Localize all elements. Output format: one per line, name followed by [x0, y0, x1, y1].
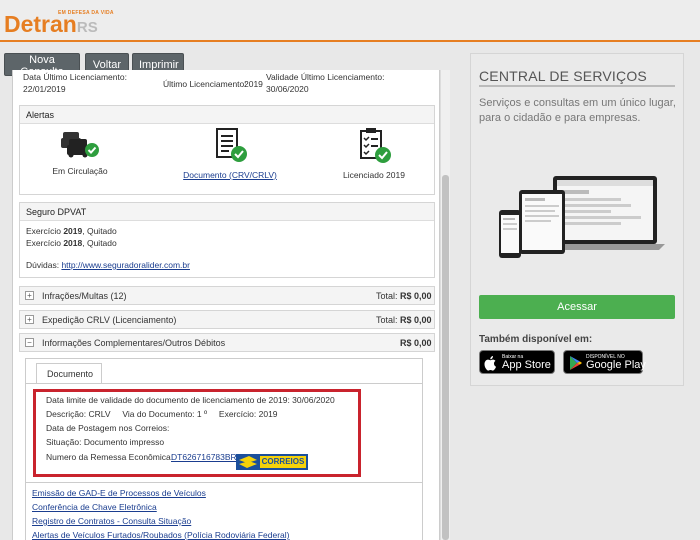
sidebar-divider: [479, 85, 675, 87]
licensing-summary: Data Último Licenciamento: 22/01/2019 Úl…: [13, 70, 439, 100]
expand-icon[interactable]: +: [25, 291, 34, 300]
licensing-validity-label: Validade Último Licenciamento:: [266, 72, 385, 82]
access-button[interactable]: Acessar: [479, 295, 675, 319]
crlv-row[interactable]: + Expedição CRLV (Licenciamento) Total: …: [19, 310, 435, 329]
seguradora-lider-link[interactable]: http://www.seguradoralider.com.br: [61, 260, 190, 270]
other-debts-row[interactable]: − Informações Complementares/Outros Débi…: [19, 333, 435, 352]
last-licensing-date: 22/01/2019: [23, 84, 66, 94]
alert-licensed-label: Licenciado 2019: [343, 170, 405, 180]
vehicle-details-panel: Data Último Licenciamento: 22/01/2019 Úl…: [12, 70, 440, 540]
tab-divider: [26, 383, 422, 384]
document-panel: Documento Data limite de validade do doc…: [25, 358, 423, 484]
services-sidebar: CENTRAL DE SERVIÇOS Serviços e consultas…: [470, 53, 684, 386]
alert-in-circulation: Em Circulação: [20, 128, 140, 176]
correios-logo: CORREIOS: [236, 454, 308, 470]
site-header: EM DEFESA DA VIDA DetranRS: [0, 0, 700, 42]
fines-label: Infrações/Multas (12): [42, 291, 127, 301]
devices-illustration: [499, 176, 665, 258]
fines-total-label: Total:: [376, 291, 398, 301]
collapse-icon[interactable]: −: [25, 338, 34, 347]
service-links: Emissão de GAD-E de Processos de Veículo…: [25, 482, 423, 540]
fines-total-value: R$ 0,00: [400, 291, 432, 301]
crlv-total-label: Total:: [376, 315, 398, 325]
scroll-thumb[interactable]: [442, 175, 449, 540]
last-licensing-year: 2019: [244, 79, 263, 89]
other-debts-label: Informações Complementares/Outros Débito…: [42, 338, 226, 348]
expand-icon[interactable]: +: [25, 315, 34, 324]
app-store-button[interactable]: Baixar na App Store: [479, 350, 555, 374]
link-electronic-key[interactable]: Conferência de Chave Eletrônica: [32, 503, 422, 512]
link-contracts-registry[interactable]: Registro de Contratos - Consulta Situaçã…: [32, 517, 422, 526]
available-on-label: Também disponível em:: [479, 334, 593, 345]
other-debts-value: R$ 0,00: [400, 338, 432, 348]
last-licensing-year-label: Último Licenciamento:: [163, 79, 247, 89]
sidebar-title: CENTRAL DE SERVIÇOS: [479, 68, 647, 84]
licensing-validity: 30/06/2020: [266, 84, 309, 94]
dpvat-2018: Exercício 2018, Quitado: [26, 238, 117, 248]
google-play-icon: [570, 356, 582, 370]
alert-document[interactable]: Documento (CRV/CRLV): [170, 128, 290, 180]
status-line: Situação: Documento impresso: [46, 437, 165, 447]
link-gad-e[interactable]: Emissão de GAD-E de Processos de Veículo…: [32, 489, 422, 498]
correios-arrows-icon: [239, 456, 257, 468]
alert-in-circulation-label: Em Circulação: [52, 166, 108, 176]
remessa-label: Numero da Remessa Econômica:: [46, 452, 174, 462]
dpvat-title: Seguro DPVAT: [20, 203, 434, 221]
validity-line: Data limite de validade do documento de …: [46, 395, 335, 405]
description-line: Descrição: CRLV Via do Documento: 1 º Ex…: [46, 409, 278, 419]
crlv-total-value: R$ 0,00: [400, 315, 432, 325]
last-licensing-date-label: Data Último Licenciamento:: [23, 72, 127, 82]
dpvat-section: Seguro DPVAT Exercício 2019, Quitado Exe…: [19, 202, 435, 278]
sidebar-description: Serviços e consultas em um único lugar, …: [479, 97, 676, 124]
alerts-title: Alertas: [20, 106, 434, 124]
document-highlight-box: Data limite de validade do documento de …: [33, 389, 361, 477]
tab-document[interactable]: Documento: [36, 363, 102, 383]
dpvat-2019: Exercício 2019, Quitado: [26, 226, 117, 236]
main-scrollbar[interactable]: [440, 70, 450, 540]
apple-icon: [484, 356, 496, 371]
remessa-tracking-link[interactable]: DT626716783BR: [171, 452, 237, 462]
logo-wordmark: DetranRS: [4, 11, 98, 37]
alert-licensed: Licenciado 2019: [314, 128, 434, 180]
document-check-icon: [216, 128, 247, 162]
alerts-section: Alertas Em Circulação Documento (CRV/CRL…: [19, 105, 435, 195]
car-check-icon: [61, 132, 99, 158]
google-play-button[interactable]: DISPONÍVEL NO Google Play: [563, 350, 646, 374]
link-stolen-vehicles[interactable]: Alertas de Veículos Furtados/Roubados (P…: [32, 531, 422, 540]
posting-date-label: Data de Postagem nos Correios:: [46, 423, 170, 433]
fines-row[interactable]: + Infrações/Multas (12) Total: R$ 0,00: [19, 286, 435, 305]
clipboard-check-icon: [360, 128, 391, 163]
dpvat-doubts: Dúvidas: http://www.seguradoralider.com.…: [26, 260, 190, 270]
crlv-label: Expedição CRLV (Licenciamento): [42, 315, 177, 325]
document-link[interactable]: Documento (CRV/CRLV): [183, 170, 277, 180]
